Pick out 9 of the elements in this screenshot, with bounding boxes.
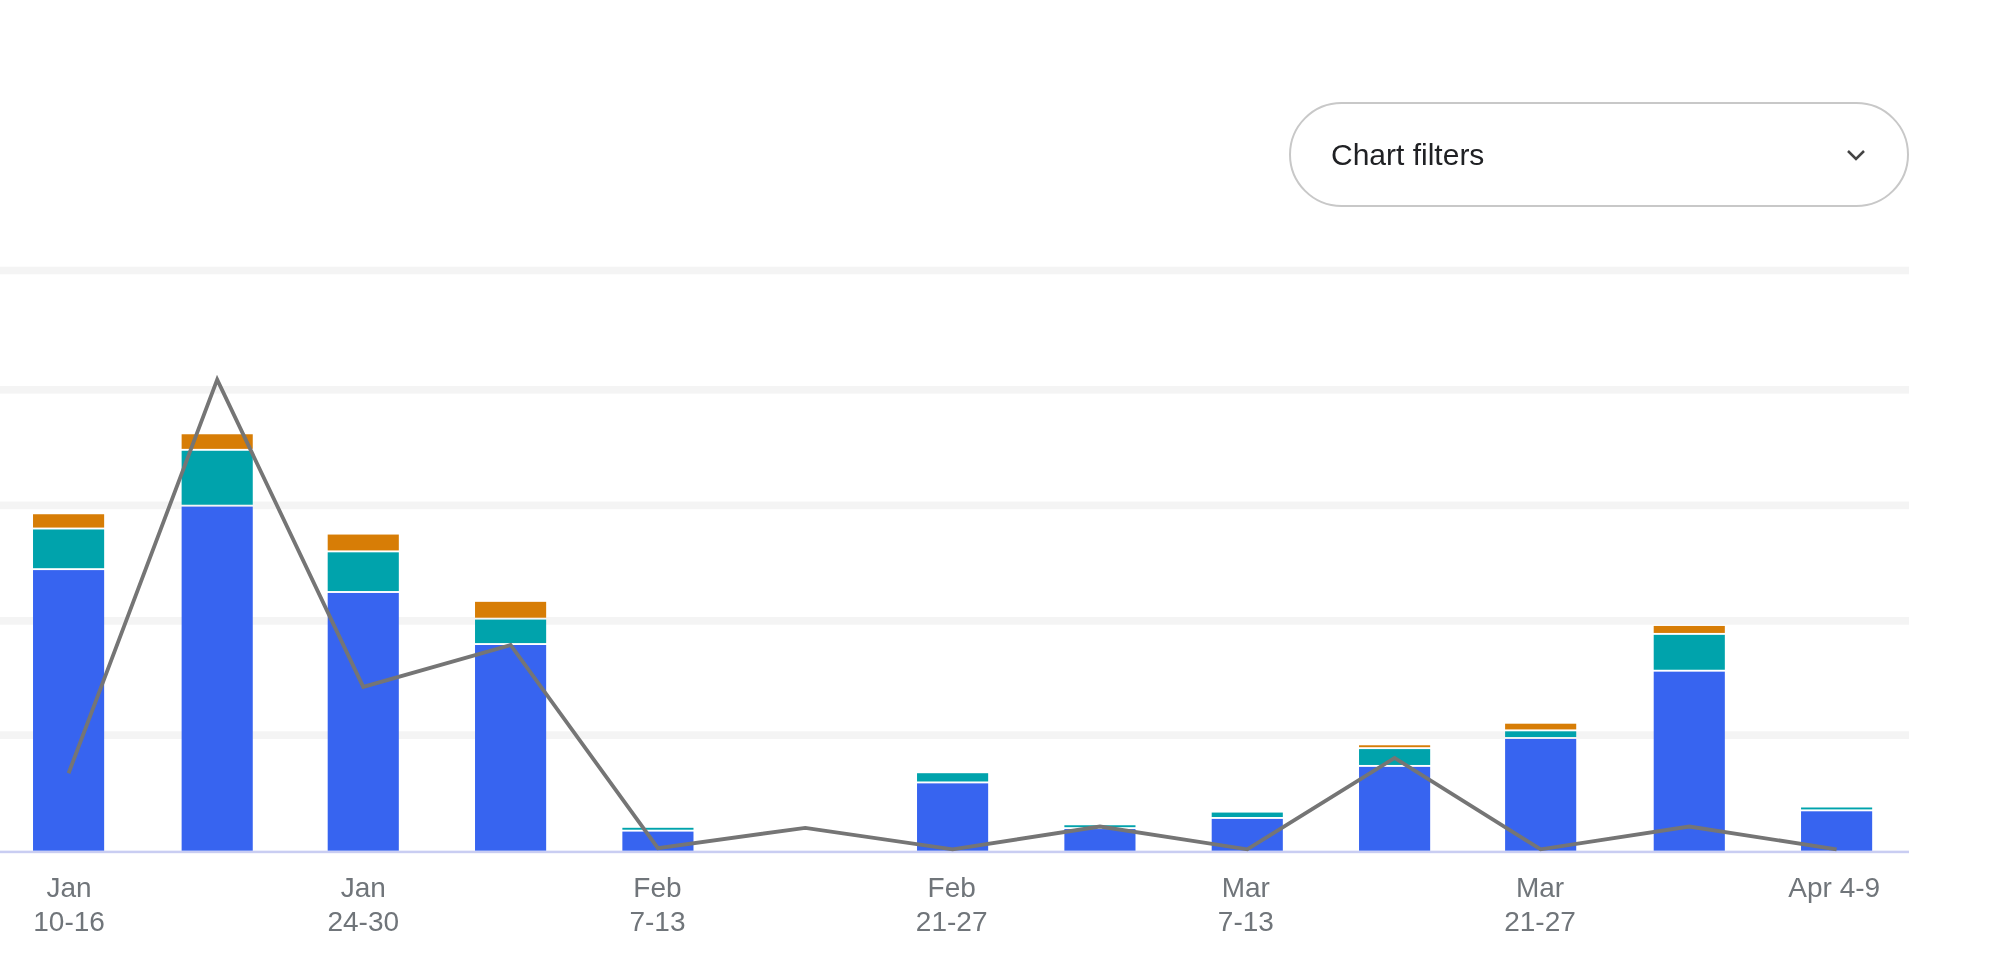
axis-label: Feb 21-27 (915, 871, 988, 939)
chart-filters-dropdown[interactable]: Chart filters (1289, 102, 1909, 207)
axis-label: Apr 4-9 (1788, 871, 1881, 905)
axis-label: Mar 21-27 (1504, 871, 1576, 939)
axis-label: Feb 7-13 (629, 871, 686, 939)
axis-label: Jan 10-16 (33, 871, 105, 939)
axis-label: Mar 7-13 (1217, 871, 1274, 939)
axis-label: Jan 24-30 (327, 871, 400, 939)
chevron-down-icon (1845, 147, 1867, 162)
